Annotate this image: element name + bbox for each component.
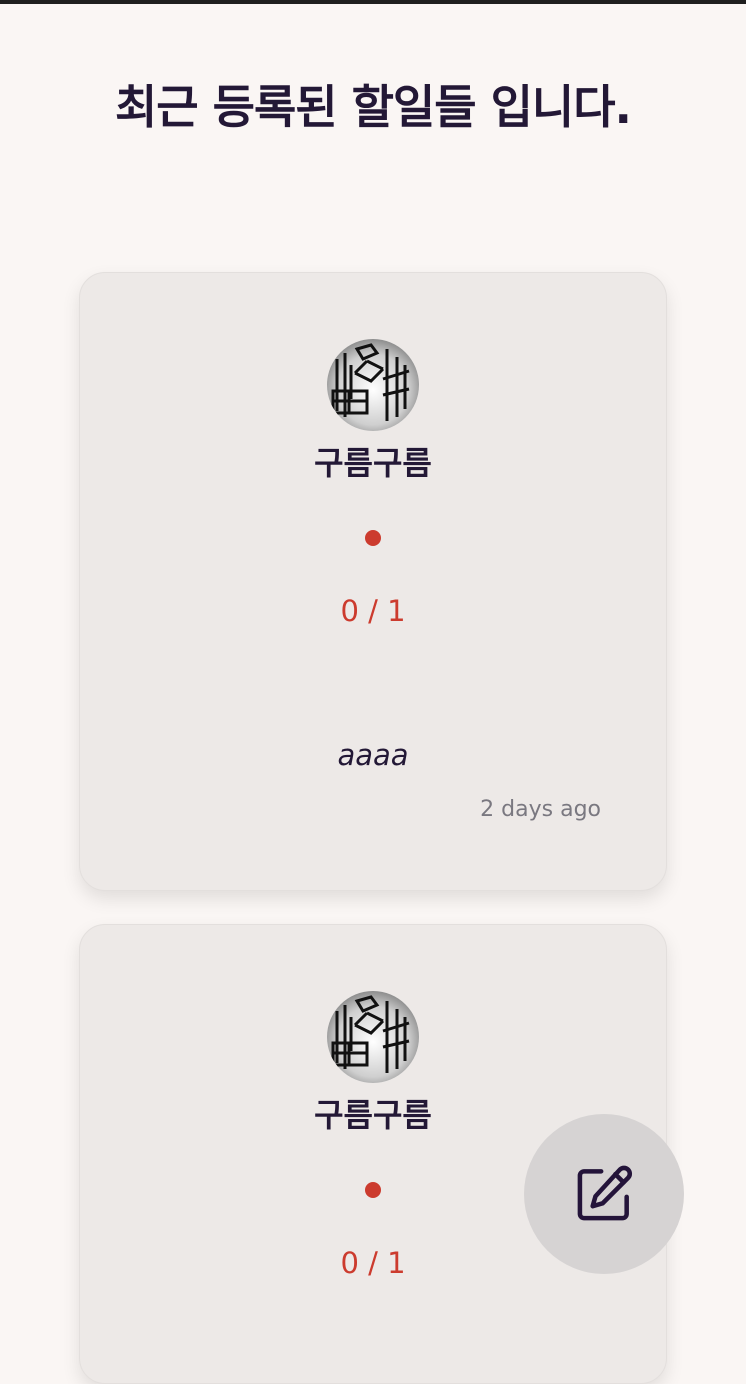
page-title: 최근 등록된 할일들 입니다.	[114, 79, 632, 134]
avatar-image	[327, 991, 419, 1083]
avatar-image	[327, 339, 419, 431]
todo-title: aaaa	[337, 738, 409, 772]
status-dot	[365, 1182, 381, 1198]
timestamp: 2 days ago	[480, 797, 601, 822]
new-todo-button[interactable]	[524, 1114, 684, 1274]
progress-count: 0 / 1	[340, 594, 406, 628]
status-dot	[365, 530, 381, 546]
top-edge-bar	[0, 0, 746, 4]
todo-card[interactable]: 구름구름 0 / 1 aaaa 2 days ago	[79, 272, 667, 891]
edit-icon	[577, 1165, 632, 1221]
avatar[interactable]	[327, 991, 419, 1083]
username: 구름구름	[314, 444, 432, 482]
avatar[interactable]	[327, 339, 419, 431]
